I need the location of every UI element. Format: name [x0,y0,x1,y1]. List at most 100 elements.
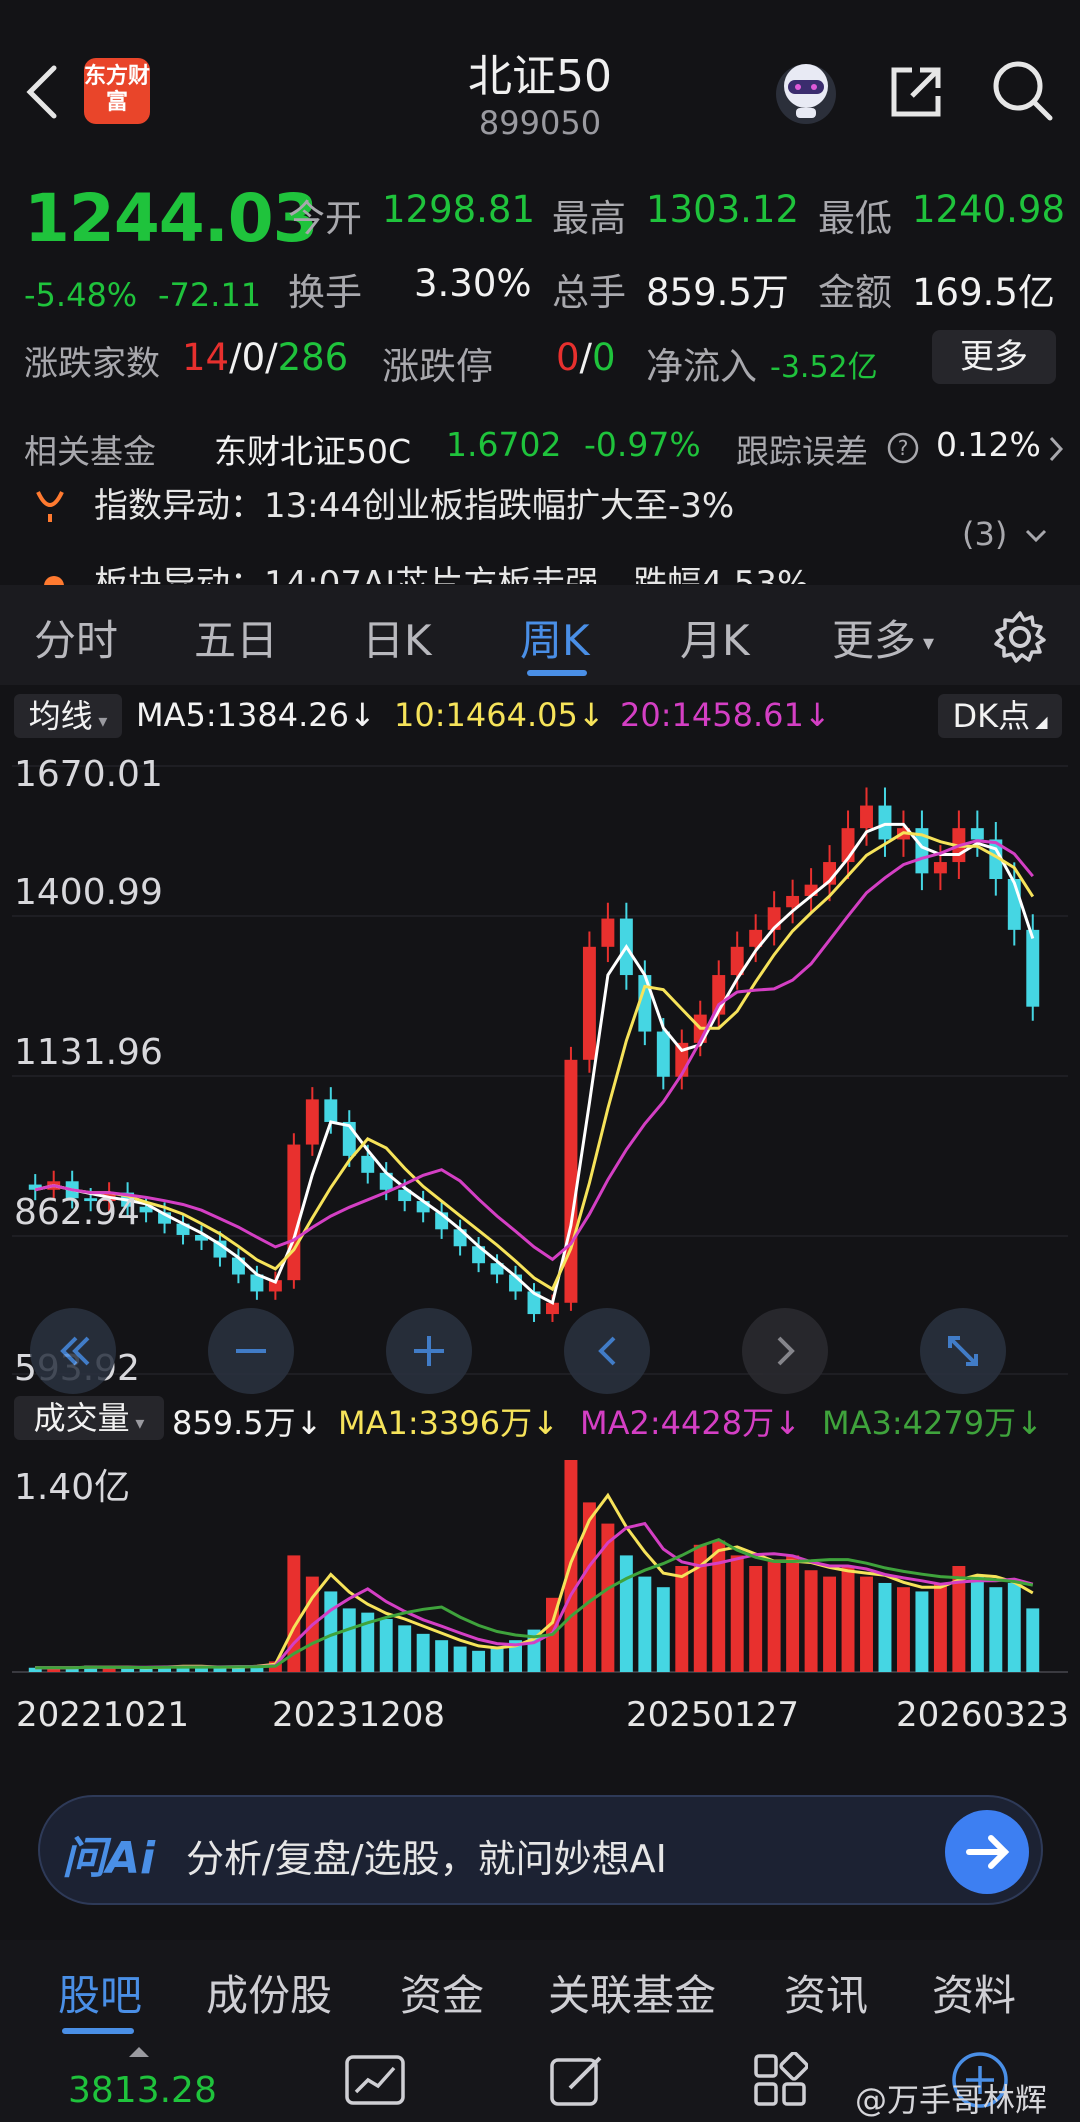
volume-bar [324,1591,338,1672]
tab-weekly-k[interactable]: 周K [520,607,590,668]
dk-point-button[interactable]: DK点 ◢ [938,694,1062,738]
more-button[interactable]: 更多 [932,330,1056,384]
date-label-4: 20260323 [896,1695,1070,1735]
candle-body [324,1099,338,1122]
volume-bar [1007,1582,1021,1672]
btab-profile[interactable]: 资料 [932,1962,1016,2023]
netflow-value: -3.52亿 [770,350,878,385]
arrow-right-icon [966,1835,1010,1869]
tracking-error-label: 跟踪误差 [736,432,868,471]
volume-bar [453,1646,467,1672]
volume-bar [841,1566,855,1672]
price-axis-4: 862.94 [14,1192,140,1233]
volume-bar [435,1640,449,1672]
vol-ma1-legend: MA1:3396万↓ [338,1404,559,1442]
volume-bar [823,1576,837,1672]
volume-bar [656,1587,670,1672]
change-percent: -5.48% [24,276,138,314]
amount-value: 169.5亿 [912,271,1055,314]
volume-selector[interactable]: 成交量 ▾ [14,1396,164,1440]
amount-label: 金额 [818,271,892,314]
chart-trend-icon[interactable] [344,2054,406,2108]
tab-five-day[interactable]: 五日 [194,607,278,668]
volume-axis-top: 1.40亿 [14,1467,131,1508]
edit-post-icon[interactable] [548,2052,606,2110]
volume-bar [933,1582,947,1672]
share-icon[interactable] [886,62,946,122]
volume-bar [896,1587,910,1672]
settings-gear-icon[interactable] [992,609,1048,665]
limit-values: 0/0 [556,336,616,379]
tab-daily-k[interactable]: 日K [362,607,432,668]
volume-bar [749,1566,763,1672]
scroll-back-button[interactable] [564,1308,650,1394]
caret-up-icon [129,2047,149,2057]
expand-icon [948,1336,978,1366]
candle-body [305,1099,319,1145]
chevron-left-icon [598,1336,616,1366]
candle-body [970,828,984,840]
scroll-forward-button[interactable] [742,1308,828,1394]
zoom-in-button[interactable] [386,1308,472,1394]
candle-body [287,1144,301,1281]
ma-selector[interactable]: 均线 ▾ [14,694,122,738]
vol-ma2-legend: MA2:4428万↓ [580,1404,801,1442]
tracking-error-value: 0.12% [936,425,1041,464]
apps-grid-icon[interactable] [752,2052,808,2108]
breadth-label: 涨跌家数 [24,344,160,384]
volume-bar [675,1566,689,1672]
volume-label: 总手 [552,271,626,314]
btab-constituents[interactable]: 成份股 [206,1962,332,2023]
chart-period-tabs: 分时 五日 日K 周K 月K 更多 ▾ [0,585,1080,685]
tab-intraday[interactable]: 分时 [34,607,118,668]
sun-icon [44,576,64,586]
search-icon[interactable] [990,58,1054,122]
tab-more[interactable]: 更多 ▾ [832,607,934,668]
help-icon[interactable]: ? [886,431,920,465]
candle-body [582,946,596,1060]
chevron-right-icon [1049,436,1064,462]
high-label: 最高 [552,197,626,240]
candle-body [860,805,873,829]
volume-bar [860,1576,873,1672]
volume-bar [601,1523,615,1672]
ai-go-button[interactable] [945,1810,1029,1894]
notice-line-1[interactable]: 指数异动：13:44创业板指跌幅扩大至-3% [94,478,734,522]
volume-legend: 859.5万↓ [172,1404,323,1442]
chevron-down-icon[interactable] [1024,528,1048,544]
netflow-label: 净流入 [646,345,757,388]
btab-funds-flow[interactable]: 资金 [400,1962,484,2023]
volume-bar [878,1582,892,1672]
fullscreen-button[interactable] [920,1308,1006,1394]
btab-related-funds[interactable]: 关联基金 [548,1962,716,2023]
ma20-legend: 20:1458.61↓ [620,696,831,734]
volume-bar [416,1633,430,1672]
minus-icon [236,1349,266,1353]
ai-robot-icon[interactable] [770,56,842,128]
ma10-line [34,831,1035,1292]
date-label-2: 20231208 [272,1695,446,1735]
zoom-out-button[interactable] [208,1308,294,1394]
volume-bar [490,1646,504,1672]
candle-body [361,1155,375,1173]
notice-line-2[interactable]: 板块异动：14:07AI芯片方板走强，跌幅4.53% [94,562,809,584]
ai-prompt-text[interactable]: 分析/复盘/选股，就问妙想AI [186,1828,667,1883]
btab-forum[interactable]: 股吧 [58,1962,142,2023]
related-fund-row[interactable]: 相关基金 东财北证50C 1.6702 -0.97% 跟踪误差 ? 0.12% [24,425,1064,475]
tab-monthly-k[interactable]: 月K [680,607,750,668]
ma20-line [34,839,1034,1262]
price-axis-3: 1131.96 [14,1032,163,1073]
kline-chart[interactable] [12,750,1068,1390]
btab-news[interactable]: 资讯 [784,1962,868,2023]
active-tab-indicator [527,670,587,676]
volume-bar [472,1650,486,1672]
plus-icon [414,1336,444,1366]
header: 东方财富 北证50 899050 [0,0,1080,170]
scroll-left-button[interactable] [30,1308,116,1394]
volume-chart[interactable] [12,1450,1068,1690]
fund-change: -0.97% [584,425,701,464]
date-label-3: 20250127 [626,1695,800,1735]
market-index-value[interactable]: 3813.28 [68,2070,217,2111]
candle-body [933,862,947,874]
notice-count[interactable]: (3) [962,515,1007,553]
